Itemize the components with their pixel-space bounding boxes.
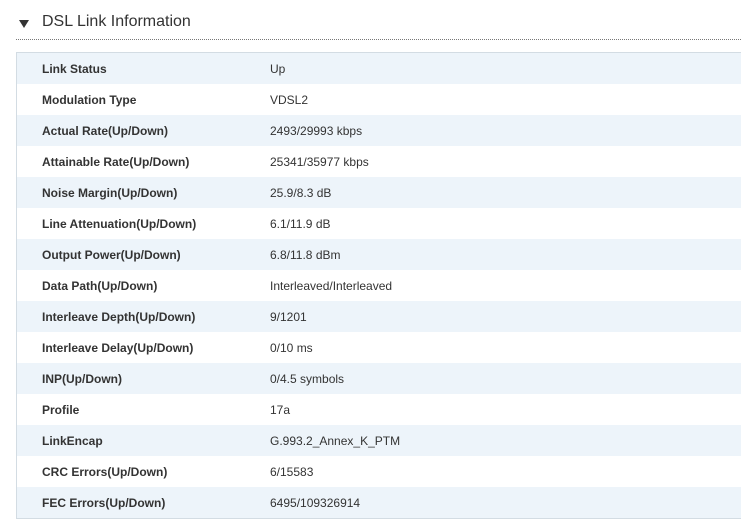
table-row: Actual Rate(Up/Down) 2493/29993 kbps xyxy=(17,115,741,146)
row-label: Interleave Depth(Up/Down) xyxy=(42,309,196,324)
row-value: 6495/109326914 xyxy=(270,495,361,510)
row-value: 2493/29993 kbps xyxy=(270,123,363,138)
row-label: CRC Errors(Up/Down) xyxy=(42,464,168,479)
row-value: 25341/35977 kbps xyxy=(270,154,369,169)
row-label: Line Attenuation(Up/Down) xyxy=(42,216,197,231)
table-row: Interleave Delay(Up/Down) 0/10 ms xyxy=(17,332,741,363)
table-row: Line Attenuation(Up/Down) 6.1/11.9 dB xyxy=(17,208,741,239)
table-row: Noise Margin(Up/Down) 25.9/8.3 dB xyxy=(17,177,741,208)
row-label: Profile xyxy=(42,402,80,417)
collapse-triangle-icon[interactable] xyxy=(19,20,29,28)
table-row: Output Power(Up/Down) 6.8/11.8 dBm xyxy=(17,239,741,270)
row-value: 0/10 ms xyxy=(270,340,313,355)
table-row: Interleave Depth(Up/Down) 9/1201 xyxy=(17,301,741,332)
row-label: Actual Rate(Up/Down) xyxy=(42,123,168,138)
section-title: DSL Link Information xyxy=(42,13,191,30)
row-value: Interleaved/Interleaved xyxy=(270,278,393,293)
row-label: Data Path(Up/Down) xyxy=(42,278,158,293)
table-row: Attainable Rate(Up/Down) 25341/35977 kbp… xyxy=(17,146,741,177)
table-row: Profile 17a xyxy=(17,394,741,425)
row-label: LinkEncap xyxy=(42,433,103,448)
table-row: FEC Errors(Up/Down) 6495/109326914 xyxy=(17,487,741,518)
row-label: Noise Margin(Up/Down) xyxy=(42,185,178,200)
row-value: 6/15583 xyxy=(270,464,314,479)
row-value: Up xyxy=(270,61,286,76)
row-value: 25.9/8.3 dB xyxy=(270,185,332,200)
row-label: FEC Errors(Up/Down) xyxy=(42,495,166,510)
row-value: VDSL2 xyxy=(270,92,309,107)
table-row: CRC Errors(Up/Down) 6/15583 xyxy=(17,456,741,487)
table-row: Data Path(Up/Down) Interleaved/Interleav… xyxy=(17,270,741,301)
row-label: Modulation Type xyxy=(42,92,137,107)
table-row: INP(Up/Down) 0/4.5 symbols xyxy=(17,363,741,394)
row-value: 6.1/11.9 dB xyxy=(270,216,331,231)
row-value: 9/1201 xyxy=(270,309,307,324)
row-label: Interleave Delay(Up/Down) xyxy=(42,340,194,355)
row-value: 17a xyxy=(270,402,291,417)
row-label: Link Status xyxy=(42,61,107,76)
dsl-info-table: Link Status Up Modulation Type VDSL2 Act… xyxy=(16,52,741,519)
row-label: Attainable Rate(Up/Down) xyxy=(42,154,190,169)
dsl-section-header[interactable]: DSL Link Information xyxy=(16,8,741,40)
row-label: INP(Up/Down) xyxy=(42,371,122,386)
row-value: 6.8/11.8 dBm xyxy=(270,247,341,262)
row-label: Output Power(Up/Down) xyxy=(42,247,181,262)
table-row: Modulation Type VDSL2 xyxy=(17,84,741,115)
table-row: Link Status Up xyxy=(17,53,741,84)
table-row: LinkEncap G.993.2_Annex_K_PTM xyxy=(17,425,741,456)
row-value: 0/4.5 symbols xyxy=(270,371,345,386)
row-value: G.993.2_Annex_K_PTM xyxy=(270,433,401,448)
